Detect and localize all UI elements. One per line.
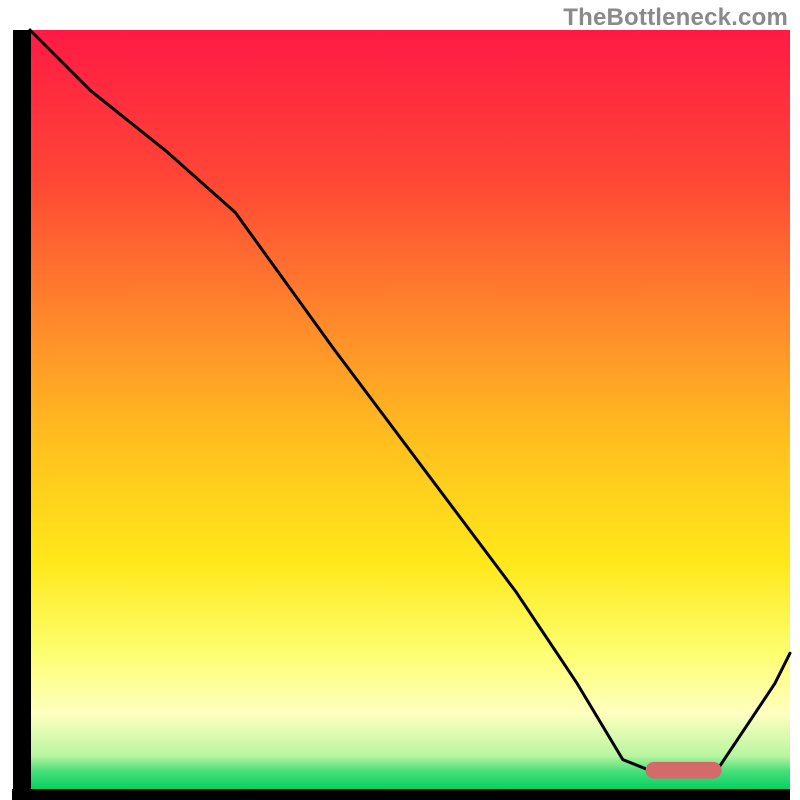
bottleneck-chart xyxy=(0,0,800,800)
plot-background xyxy=(30,30,790,790)
optimal-marker xyxy=(646,762,722,779)
chart-container: TheBottleneck.com xyxy=(0,0,800,800)
watermark-text: TheBottleneck.com xyxy=(563,4,788,32)
